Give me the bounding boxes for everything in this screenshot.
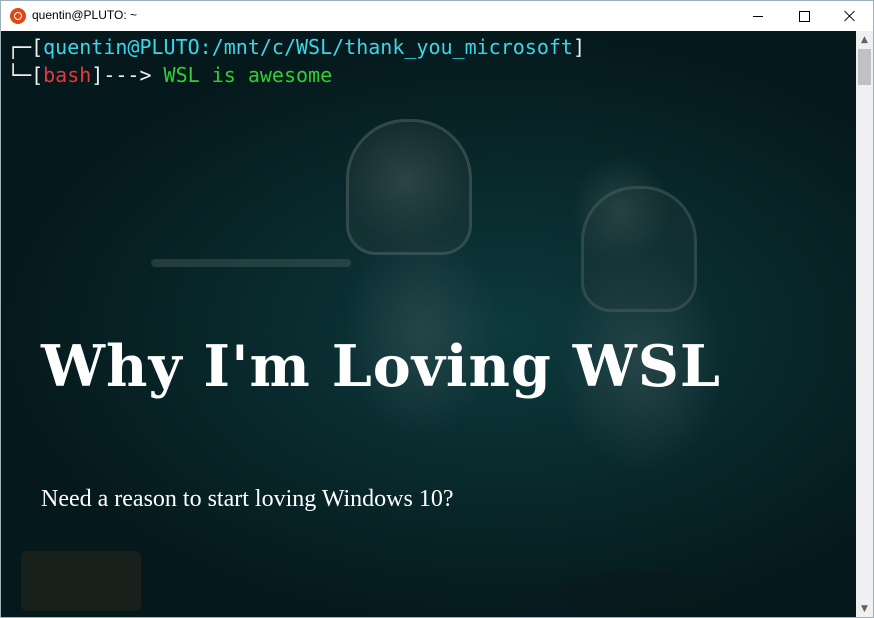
vertical-scrollbar[interactable]: ▲ ▼ (856, 31, 873, 617)
prompt-shell-name: bash (43, 63, 92, 87)
ubuntu-icon[interactable] (10, 8, 26, 24)
close-icon (844, 10, 856, 22)
background-table-shape (21, 551, 141, 611)
prompt-path: :/mnt/c/WSL/thank_you_microsoft (199, 35, 573, 59)
prompt-corner-bottom: └─[ (7, 63, 44, 87)
title-bar[interactable]: quentin@PLUTO: ~ (1, 1, 873, 31)
minimize-icon (753, 15, 763, 17)
scroll-down-icon[interactable]: ▼ (856, 600, 873, 617)
maximize-button[interactable] (781, 1, 827, 31)
diver-helmet-shape (581, 186, 697, 312)
terminal-message: WSL is awesome (163, 63, 333, 87)
minimize-button[interactable] (735, 1, 781, 31)
terminal-output[interactable]: ┌─[quentin@PLUTO:/mnt/c/WSL/thank_you_mi… (1, 31, 856, 617)
scrollbar-thumb[interactable] (858, 49, 871, 85)
scroll-up-icon[interactable]: ▲ (856, 31, 873, 48)
prompt-line-2: └─[bash]---> WSL is awesome (7, 61, 332, 89)
prompt-corner-top: ┌─[ (7, 35, 44, 59)
maximize-icon (798, 10, 810, 22)
page-subtitle: Need a reason to start loving Windows 10… (41, 486, 454, 512)
window-title: quentin@PLUTO: ~ (32, 8, 138, 22)
background-stool-shape (561, 571, 731, 611)
close-button[interactable] (827, 1, 873, 31)
background-pipe-shape (151, 259, 351, 267)
prompt-arrow: ]---> (91, 63, 164, 87)
page-title: Why I'm Loving WSL (41, 333, 721, 400)
prompt-user-host: quentin@PLUTO (43, 35, 200, 59)
terminal-window: quentin@PLUTO: ~ ┌─[quentin@PLUTO:/mnt/c… (0, 0, 874, 618)
diver-helmet-shape (346, 119, 472, 255)
prompt-bracket-end: ] (572, 35, 585, 59)
prompt-line-1: ┌─[quentin@PLUTO:/mnt/c/WSL/thank_you_mi… (7, 33, 585, 61)
